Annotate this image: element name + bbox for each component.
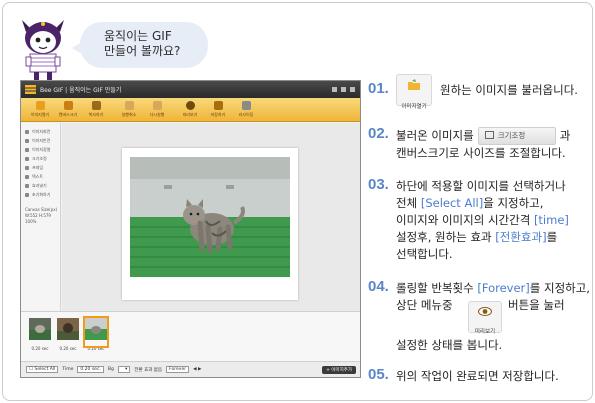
toolbar-copy-button[interactable]: 복사하기 (83, 101, 109, 121)
redo-icon (152, 101, 162, 110)
sidebar-item-effect[interactable]: 효과넣기 (25, 181, 60, 190)
undo-icon (124, 101, 134, 110)
flip-icon (25, 138, 29, 143)
sidebar-item-rotate[interactable]: 이미지회전 (25, 127, 60, 136)
step-01: 01. 이미지열기 원하는 이미지를 불러옵니다. (368, 74, 592, 112)
time-label: Time (62, 367, 74, 372)
sidebar-item-text[interactable]: 텍스트 (25, 172, 60, 181)
save-icon (213, 101, 223, 110)
app-titlebar: Bee GIF | 움직이는 GIF 만들기 (21, 81, 360, 98)
close-icon[interactable] (350, 87, 355, 92)
reset-icon (25, 192, 29, 197)
folder-icon (408, 79, 420, 90)
eye-icon (185, 101, 195, 110)
step-02: 02. 불러온 이미지를 크기조정 과 캔버스크기로 사이즈를 조절합니다. (368, 125, 592, 163)
bg-color-select[interactable]: ▾ (117, 366, 131, 373)
sidebar-item-resize[interactable]: 크기조정 (25, 154, 60, 163)
thumbnail-image (85, 318, 107, 340)
image-canvas[interactable] (122, 148, 298, 300)
crop-icon (484, 131, 494, 139)
step-05: 05. 위의 작업이 완료되면 저장합니다. (368, 366, 592, 388)
app-logo-icon (25, 85, 36, 94)
bubble-line-1: 움직이는 GIF (104, 29, 172, 43)
step-number: 04. (368, 278, 389, 295)
frame-thumbnails: 0.20 sec 0.20 sec 0.20 sec (21, 311, 360, 361)
toolbar-undo-button[interactable]: 실행취소 (116, 101, 142, 121)
sidebar-item-frame[interactable]: 프레임 (25, 163, 60, 172)
effect-select[interactable]: 전환 효과 없음 (134, 367, 162, 373)
canvas-size-info: Canvas Size(px) W:552 H:579 100% (25, 207, 58, 224)
minimize-icon[interactable] (332, 87, 337, 92)
step-number: 01. (368, 80, 389, 97)
resize-icon (241, 101, 251, 110)
frame-icon (25, 165, 29, 170)
align-icon (25, 147, 29, 152)
mascot-character-icon (22, 20, 64, 82)
canvas-area (62, 123, 360, 311)
sidebar-item-align[interactable]: 이미지정렬 (25, 145, 60, 154)
step-04: 04. 롤링할 반복횟수 [Forever]를 지정하고, 상단 메뉴중 미리보… (368, 278, 590, 352)
step-01-text: 원하는 이미지를 불러옵니다. (440, 83, 578, 97)
toolbar-open-image-button[interactable]: 이미지열기 (27, 101, 53, 121)
rotate-icon (25, 129, 29, 134)
window-controls (332, 87, 360, 92)
kitten-photo (130, 157, 290, 277)
thumbnail-frame-3-selected[interactable]: 0.20 sec (83, 316, 109, 351)
resize-icon (25, 156, 29, 161)
step-02-line-2: 캔버스크기로 사이즈를 조절합니다. (396, 146, 566, 160)
toolbar-redo-button[interactable]: 다시실행 (144, 101, 170, 121)
speech-bubble: 움직이는 GIF 만들어 볼까요? (72, 22, 208, 68)
app-sidebar: 이미지회전 이미지반전 이미지정렬 크기조정 프레임 텍스트 효과넣기 초기화하… (21, 123, 61, 311)
resize-button-sample: 크기조정 (477, 127, 556, 145)
folder-icon (35, 101, 45, 110)
toolbar-canvas-size-button[interactable]: 캔버스크기 (55, 101, 81, 121)
thumbnail-image (29, 318, 51, 340)
thumbnail-frame-2[interactable]: 0.20 sec (57, 318, 79, 351)
toolbar-save-button[interactable]: 저장하기 (205, 101, 231, 121)
app-bottom-bar: ☐ Select All Time 0.20 sec. Bg ▾ 전환 효과 없… (21, 361, 360, 377)
eye-icon (478, 307, 492, 316)
thumbnail-frame-1[interactable]: 0.20 sec (29, 318, 51, 351)
step-03: 03. 하단에 적용할 이미지를 선택하거나 전체 [Select All]을 … (368, 176, 569, 261)
sidebar-item-reset[interactable]: 초기화하기 (25, 190, 60, 199)
add-image-button[interactable]: + 이미지추가 (322, 365, 356, 374)
step-number: 02. (368, 125, 389, 142)
play-controls-icon[interactable]: ◀ ▶ (193, 367, 201, 372)
step-number: 03. (368, 176, 389, 193)
app-window: Bee GIF | 움직이는 GIF 만들기 이미지열기 캔버스크기 복사하기 … (20, 80, 361, 378)
open-image-icon-button: 이미지열기 (396, 74, 432, 110)
sidebar-item-flip[interactable]: 이미지반전 (25, 136, 60, 145)
app-title: Bee GIF | 움직이는 GIF 만들기 (40, 87, 122, 94)
thumbnail-image (57, 318, 79, 340)
repeat-select[interactable]: Forever (166, 366, 190, 373)
copy-icon (91, 101, 101, 110)
toolbar-preview-button[interactable]: 미리보기 (177, 101, 203, 121)
canvas-icon (63, 101, 73, 110)
app-toolbar: 이미지열기 캔버스크기 복사하기 실행취소 다시실행 미리보기 저장하기 리사이… (21, 98, 360, 122)
maximize-icon[interactable] (341, 87, 346, 92)
step-number: 05. (368, 366, 389, 383)
time-select[interactable]: 0.20 sec. (77, 366, 104, 373)
step-05-text: 위의 작업이 완료되면 저장합니다. (396, 369, 559, 383)
preview-icon-button: 미리보기 (468, 301, 502, 335)
effect-icon (25, 183, 29, 188)
text-icon (25, 174, 29, 179)
bg-label: Bg (107, 367, 114, 372)
select-all-checkbox[interactable]: ☐ Select All (26, 366, 59, 373)
toolbar-resize-button[interactable]: 리사이징 (233, 101, 259, 121)
bubble-line-2: 만들어 볼까요? (104, 44, 181, 58)
